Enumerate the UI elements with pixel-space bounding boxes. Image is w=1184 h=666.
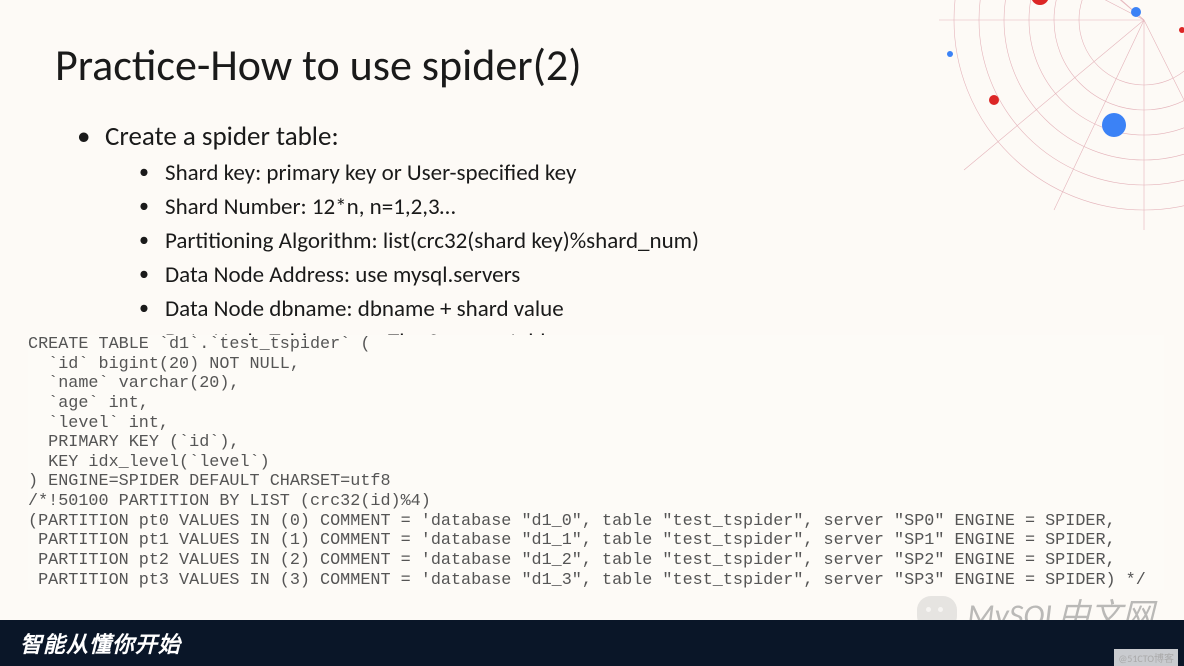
footer-bar: 智能从懂你开始 xyxy=(0,620,1184,666)
sub-bullet-list: Shard key: primary key or User-specified… xyxy=(105,159,1184,358)
footer-text: 智能从懂你开始 xyxy=(20,627,181,659)
slide-title: Practice-How to use spider(2) xyxy=(0,0,1184,92)
credit-text: @51CTO博客 xyxy=(1114,649,1178,666)
main-bullet: Create a spider table: xyxy=(105,120,1184,153)
slide: Practice-How to use spider(2) Create a s… xyxy=(0,0,1184,666)
content-area: Create a spider table: Shard key: primar… xyxy=(0,92,1184,358)
sub-bullet: Shard Number: 12*n, n=1,2,3… xyxy=(165,193,1184,223)
sub-bullet: Shard key: primary key or User-specified… xyxy=(165,159,1184,189)
sub-bullet: Partitioning Algorithm: list(crc32(shard… xyxy=(165,227,1184,257)
sub-bullet: Data Node dbname: dbname + shard value xyxy=(165,295,1184,325)
sql-code-block: CREATE TABLE `d1`.`test_tspider` ( `id` … xyxy=(28,335,1164,590)
sub-bullet: Data Node Address: use mysql.servers xyxy=(165,261,1184,291)
